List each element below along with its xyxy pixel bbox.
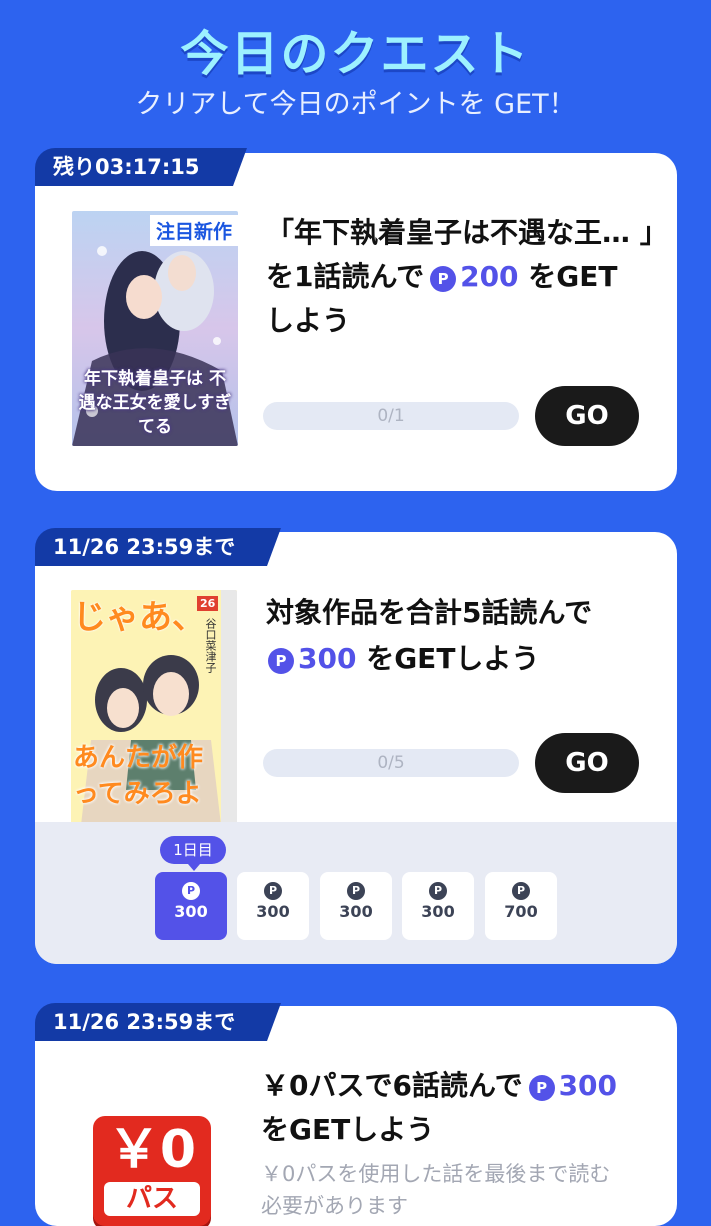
go-button[interactable]: GO bbox=[535, 386, 639, 446]
point-icon: P bbox=[182, 882, 200, 900]
point-icon: P bbox=[264, 882, 282, 900]
reward-prefix: ￥0パスで6話読んで bbox=[261, 1069, 523, 1102]
deadline-tag: 残り03:17:15 bbox=[35, 148, 247, 186]
streak-points: 300 bbox=[339, 902, 373, 921]
streak-points: 700 bbox=[504, 902, 538, 921]
current-day-label: 1日目 bbox=[160, 836, 226, 871]
reward-points: 200 bbox=[460, 260, 519, 293]
point-icon: P bbox=[430, 266, 457, 292]
quest-description: ￥0パスで6話読んで P 300 をGETしよう bbox=[261, 1064, 617, 1152]
reward-prefix: を1話読んで bbox=[266, 260, 425, 293]
quest-card-2: じゃあ、 26 谷口菜津子 あんたが作ってみろよ 対象作品を合計5話読んで P3… bbox=[35, 532, 677, 964]
reward-points: 300 bbox=[298, 642, 357, 675]
manga-cover[interactable]: 注目新作 年下執着皇子は 不遇な王女を愛しすぎてる bbox=[72, 211, 238, 446]
deadline-tag: 11/26 23:59まで bbox=[35, 1003, 281, 1041]
reward-suffix: をGETしよう bbox=[366, 642, 540, 675]
progress-bar: 0/5 bbox=[263, 749, 519, 777]
cover-author: 谷口菜津子 bbox=[204, 618, 217, 673]
note-line: ￥0パスを使用した話を最後まで読む bbox=[261, 1162, 611, 1186]
login-streak: 1日目 P 300 P 300 P 300 P 300 P 700 bbox=[35, 822, 677, 964]
progress-bar: 0/1 bbox=[263, 402, 519, 430]
cover-title-bottom: あんたが作ってみろよ bbox=[73, 743, 204, 809]
go-button[interactable]: GO bbox=[535, 733, 639, 793]
quest-title-line: 対象作品を合計5話読んで bbox=[266, 596, 593, 629]
streak-points: 300 bbox=[174, 902, 208, 921]
reward-suffix: をGET bbox=[528, 260, 618, 293]
quest-reward-line: P 300 をGETしよう bbox=[266, 636, 592, 682]
cover-volume: 26 bbox=[197, 596, 219, 611]
deadline-tag: 11/26 23:59まで bbox=[35, 528, 281, 566]
point-icon: P bbox=[268, 648, 294, 674]
quest-line-end: しよう bbox=[266, 304, 351, 337]
quest-reward-line: を1話読んで P 200 をGET bbox=[266, 255, 668, 299]
streak-points: 300 bbox=[421, 902, 455, 921]
cover-title: 年下執着皇子は 不遇な王女を愛しすぎてる bbox=[78, 369, 232, 437]
point-icon: P bbox=[347, 882, 365, 900]
quest-line-end: をGETしよう bbox=[261, 1113, 435, 1146]
streak-day-2[interactable]: P 300 bbox=[237, 872, 309, 940]
cover-title-top: じゃあ、 bbox=[73, 597, 205, 636]
quest-card-1: 注目新作 年下執着皇子は 不遇な王女を愛しすぎてる 「年下執着皇子は不遇な王… … bbox=[35, 153, 677, 491]
zero-pass-big: ￥0 bbox=[107, 1120, 197, 1180]
quest-description: 対象作品を合計5話読んで P 300 をGETしよう bbox=[266, 590, 592, 682]
streak-day-4[interactable]: P 300 bbox=[402, 872, 474, 940]
cover-badge: 注目新作 bbox=[149, 215, 238, 246]
streak-day-5[interactable]: P 700 bbox=[485, 872, 557, 940]
quest-title-line: 「年下執着皇子は不遇な王… 」 bbox=[266, 216, 668, 249]
point-icon: P bbox=[429, 882, 447, 900]
zero-pass-icon[interactable]: ￥0 パス bbox=[93, 1116, 211, 1226]
streak-day-1[interactable]: P 300 bbox=[155, 872, 227, 940]
streak-day-3[interactable]: P 300 bbox=[320, 872, 392, 940]
quest-description: 「年下執着皇子は不遇な王… 」 を1話読んで P 200 をGET しよう bbox=[266, 211, 668, 343]
page-title: 今日のクエスト bbox=[180, 26, 531, 82]
quest-reward-line: ￥0パスで6話読んで P 300 bbox=[261, 1064, 617, 1108]
point-icon: P bbox=[528, 1075, 555, 1101]
manga-cover[interactable]: じゃあ、 26 谷口菜津子 あんたが作ってみろよ bbox=[71, 590, 237, 825]
note-line: 必要があります bbox=[261, 1194, 408, 1218]
streak-points: 300 bbox=[256, 902, 290, 921]
quest-note: ￥0パスを使用した話を最後まで読む 必要があります bbox=[261, 1158, 610, 1222]
page-subtitle: クリアして今日のポイントを GET！ bbox=[135, 89, 576, 120]
zero-pass-sub: パス bbox=[104, 1182, 200, 1216]
point-icon: P bbox=[512, 882, 530, 900]
reward-points: 300 bbox=[558, 1069, 618, 1102]
